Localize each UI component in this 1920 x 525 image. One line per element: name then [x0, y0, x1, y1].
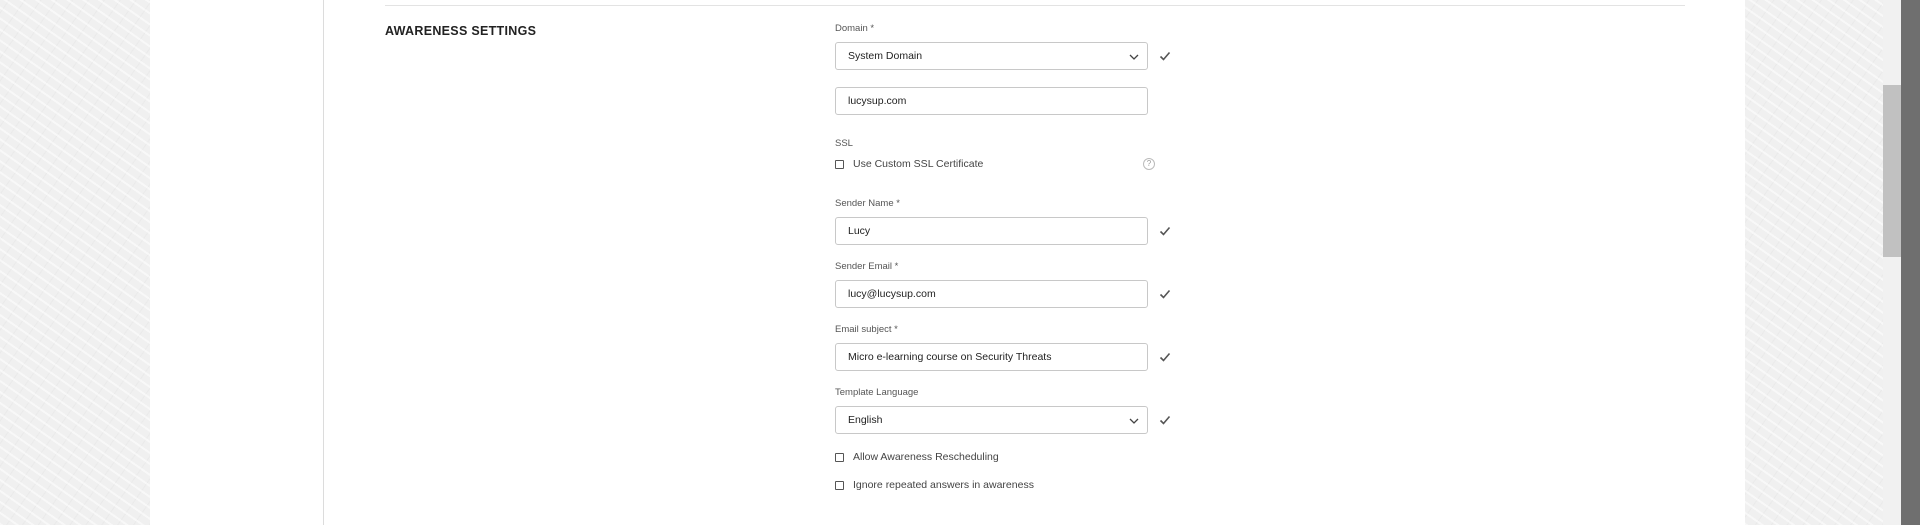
template-language-select[interactable]: English — [835, 406, 1148, 434]
sender-name-label: Sender Name * — [835, 198, 900, 209]
scrollbar-thumb[interactable] — [1883, 85, 1901, 257]
domain-select[interactable]: System Domain — [835, 42, 1148, 70]
sender-name-input[interactable]: Lucy — [835, 217, 1148, 245]
sender-email-label: Sender Email * — [835, 261, 899, 272]
sender-email-input[interactable]: lucy@lucysup.com — [835, 280, 1148, 308]
domain-label: Domain * — [835, 23, 875, 34]
sidebar-divider — [323, 0, 324, 525]
scrollbar-track[interactable] — [1883, 0, 1901, 525]
check-icon — [1159, 51, 1171, 61]
template-language-label: Template Language — [835, 387, 919, 398]
allow-rescheduling-label[interactable]: Allow Awareness Rescheduling — [853, 451, 999, 463]
check-icon — [1159, 289, 1171, 299]
section-divider — [385, 5, 1685, 6]
settings-panel: AWARENESS SETTINGS Domain * System Domai… — [150, 0, 1745, 525]
domain-select-value: System Domain — [848, 50, 923, 62]
chevron-down-icon — [1129, 54, 1139, 60]
background-pattern-right — [1745, 0, 1883, 525]
custom-ssl-checkbox-label[interactable]: Use Custom SSL Certificate — [853, 158, 983, 170]
template-language-value: English — [848, 414, 883, 426]
ssl-label: SSL — [835, 138, 853, 149]
ignore-repeated-checkbox[interactable] — [835, 481, 844, 490]
check-icon — [1159, 415, 1171, 425]
chevron-down-icon — [1129, 418, 1139, 424]
check-icon — [1159, 352, 1171, 362]
custom-ssl-checkbox[interactable] — [835, 160, 844, 169]
ignore-repeated-label[interactable]: Ignore repeated answers in awareness — [853, 479, 1034, 491]
section-title: AWARENESS SETTINGS — [385, 24, 537, 38]
allow-rescheduling-checkbox[interactable] — [835, 453, 844, 462]
email-subject-label: Email subject * — [835, 324, 898, 335]
custom-domain-input[interactable]: lucysup.com — [835, 87, 1148, 115]
check-icon — [1159, 226, 1171, 236]
help-circle-icon[interactable]: ? — [1143, 158, 1155, 170]
window-edge-right — [1901, 0, 1920, 525]
background-pattern-left — [0, 0, 150, 525]
email-subject-input[interactable]: Micro e-learning course on Security Thre… — [835, 343, 1148, 371]
